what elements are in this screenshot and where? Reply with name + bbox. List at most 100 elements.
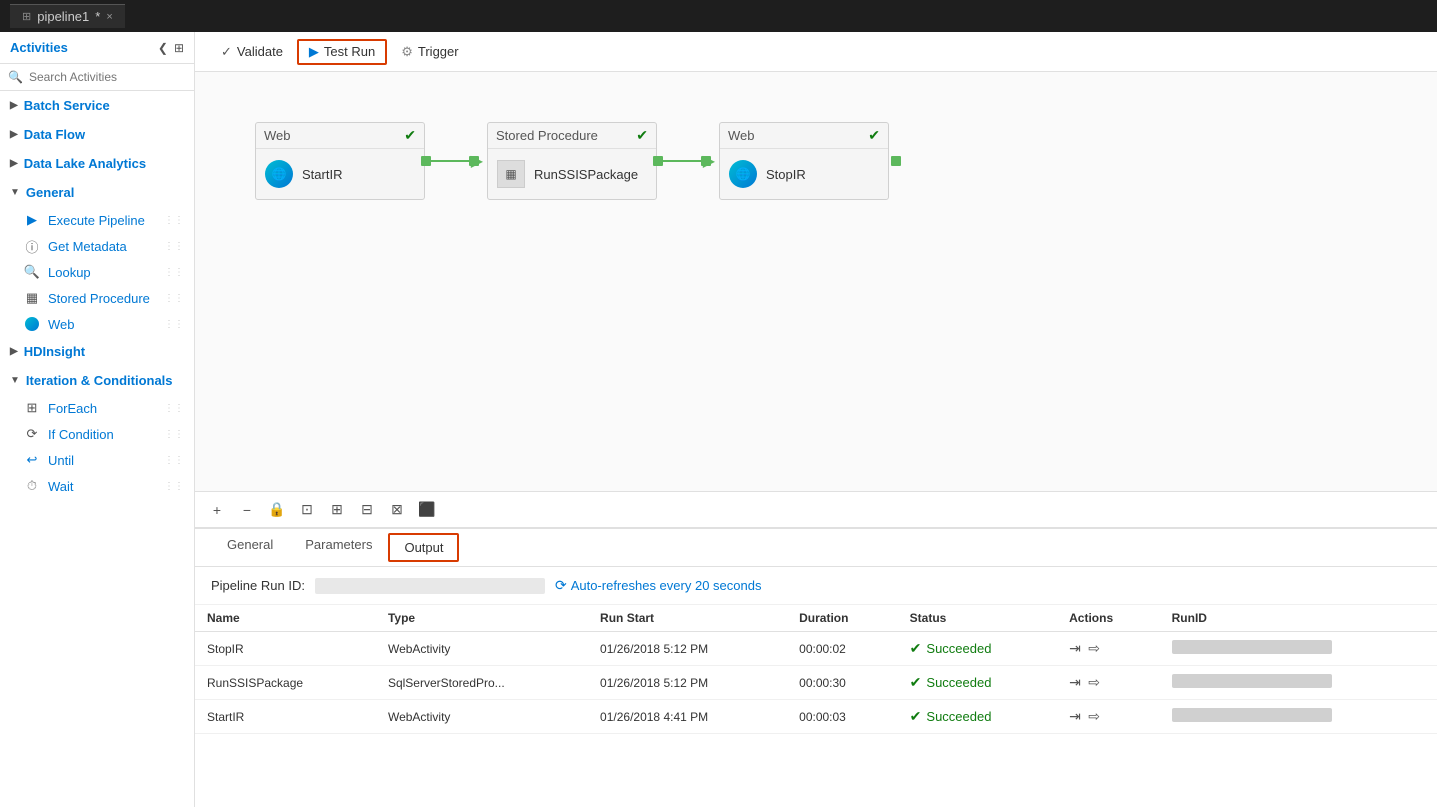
until-icon: ↩ [24,452,40,468]
iteration-header[interactable]: ▼ Iteration & Conditionals [0,366,194,395]
node-stopir-header: Web ✔ [720,123,888,149]
node-runssispackage-type: Stored Procedure [496,128,598,143]
action-input-icon-1[interactable]: ⇥ [1069,674,1081,690]
status-succeeded-0: ✔ Succeeded [910,640,1045,657]
sidebar-item-execute-pipeline[interactable]: ▶ Execute Pipeline ⋮⋮ [0,207,194,233]
action-output-icon-0[interactable]: ⇨ [1088,640,1100,656]
tab-close-icon[interactable]: × [106,11,112,23]
cell-type-0: WebActivity [376,632,588,666]
split-icon[interactable]: ⊞ [174,41,184,55]
run-id-value [315,578,545,594]
auto-refresh: ⟳ Auto-refreshes every 20 seconds [555,577,762,594]
hdinsight-arrow: ▶ [10,346,18,357]
data-lake-header[interactable]: ▶ Data Lake Analytics [0,149,194,178]
sidebar: Activities ❮ ⊞ 🔍 ▶ Batch Service ▶ Data … [0,32,195,807]
canvas-remove-button[interactable]: − [235,498,259,522]
trigger-label: Trigger [418,44,459,59]
canvas-add-button[interactable]: + [205,498,229,522]
sp-activity-icon: ▦ [497,160,525,188]
sidebar-item-wait[interactable]: ⏱ Wait ⋮⋮ [0,473,194,499]
test-run-icon: ▶ [309,44,319,60]
node-stopir-type: Web [728,128,755,143]
validate-label: Validate [237,44,283,59]
if-condition-label: If Condition [48,427,114,442]
validate-button[interactable]: ✓ Validate [211,40,293,64]
cell-runstart-2: 01/26/2018 4:41 PM [588,700,787,734]
refresh-icon: ⟳ [555,577,567,594]
canvas-fullscreen-button[interactable]: ⬛ [415,498,439,522]
auto-refresh-text: Auto-refreshes every 20 seconds [571,578,762,593]
node-runssispackage[interactable]: Stored Procedure ✔ ▦ RunSSISPackage [487,122,657,200]
status-succeeded-2: ✔ Succeeded [910,708,1045,725]
canvas-align-button[interactable]: ⊠ [385,498,409,522]
canvas-area: ✓ Validate ▶ Test Run ⚙ Trigger Web ✔ [195,32,1437,807]
col-actions: Actions [1057,605,1160,632]
general-header[interactable]: ▼ General [0,178,194,207]
data-lake-arrow: ▶ [10,158,18,169]
section-batch-service: ▶ Batch Service [0,91,194,120]
batch-service-header[interactable]: ▶ Batch Service [0,91,194,120]
action-input-icon-2[interactable]: ⇥ [1069,708,1081,724]
get-metadata-label: Get Metadata [48,239,127,254]
canvas-fit-button[interactable]: ⊡ [295,498,319,522]
sidebar-item-get-metadata[interactable]: ⓘ Get Metadata ⋮⋮ [0,233,194,259]
collapse-icon[interactable]: ❮ [158,41,168,55]
lookup-label: Lookup [48,265,91,280]
until-drag: ⋮⋮ [164,455,184,466]
sidebar-item-until[interactable]: ↩ Until ⋮⋮ [0,447,194,473]
connector-2: ▶ [657,160,707,162]
action-output-icon-1[interactable]: ⇨ [1088,674,1100,690]
tab-general[interactable]: General [211,529,289,567]
test-run-label: Test Run [324,44,375,59]
node-runssispackage-status: ✔ [636,127,648,144]
node-startir-header: Web ✔ [256,123,424,149]
status-icon-0: ✔ [910,640,922,657]
cell-duration-2: 00:00:03 [787,700,898,734]
panel-tabs: General Parameters Output [195,529,1437,567]
sidebar-item-stored-procedure[interactable]: ▦ Stored Procedure ⋮⋮ [0,285,194,311]
tab-parameters[interactable]: Parameters [289,529,388,567]
action-input-icon-0[interactable]: ⇥ [1069,640,1081,656]
toolbar: ✓ Validate ▶ Test Run ⚙ Trigger [195,32,1437,72]
trigger-button[interactable]: ⚙ Trigger [391,40,468,64]
tab-output[interactable]: Output [388,533,459,562]
sidebar-item-lookup[interactable]: 🔍 Lookup ⋮⋮ [0,259,194,285]
cell-runid-2 [1160,700,1437,734]
test-run-button[interactable]: ▶ Test Run [297,39,387,65]
web-activity-icon: 🌐 [265,160,293,188]
output-table: Name Type Run Start Duration Status Acti… [195,605,1437,807]
status-icon-2: ✔ [910,708,922,725]
sidebar-item-if-condition[interactable]: ⟳ If Condition ⋮⋮ [0,421,194,447]
canvas-lock-button[interactable]: 🔒 [265,498,289,522]
pipeline-nodes: Web ✔ 🌐 StartIR [255,122,901,200]
canvas-grid-button[interactable]: ⊞ [325,498,349,522]
foreach-icon: ⊞ [24,400,40,416]
status-icon-1: ✔ [910,674,922,691]
col-status: Status [898,605,1057,632]
title-bar: ⊞ pipeline1 * × [0,0,1437,32]
node-startir[interactable]: Web ✔ 🌐 StartIR [255,122,425,200]
action-output-icon-2[interactable]: ⇨ [1088,708,1100,724]
sidebar-item-foreach[interactable]: ⊞ ForEach ⋮⋮ [0,395,194,421]
data-flow-header[interactable]: ▶ Data Flow [0,120,194,149]
tab-name: pipeline1 [37,9,89,24]
search-input[interactable] [29,70,186,84]
connector-1: ▶ [425,160,475,162]
canvas-layout-button[interactable]: ⊟ [355,498,379,522]
hdinsight-header[interactable]: ▶ HDInsight [0,337,194,366]
iteration-label: Iteration & Conditionals [26,373,173,388]
table-body: StopIR WebActivity 01/26/2018 5:12 PM 00… [195,632,1437,734]
col-name: Name [195,605,376,632]
cell-status-2: ✔ Succeeded [898,700,1057,734]
pipeline-canvas: Web ✔ 🌐 StartIR [195,72,1437,491]
connector-1-arrow: ▶ [471,151,483,171]
pipeline-tab[interactable]: ⊞ pipeline1 * × [10,4,125,28]
web-activity-icon-2: 🌐 [729,160,757,188]
node-stopir-right-dot [891,156,901,166]
sidebar-item-web[interactable]: Web ⋮⋮ [0,311,194,337]
cell-actions-2: ⇥ ⇨ [1057,700,1160,734]
data-flow-arrow: ▶ [10,129,18,140]
node-stopir[interactable]: Web ✔ 🌐 StopIR [719,122,889,200]
sidebar-header: Activities ❮ ⊞ [0,32,194,64]
section-data-lake: ▶ Data Lake Analytics [0,149,194,178]
